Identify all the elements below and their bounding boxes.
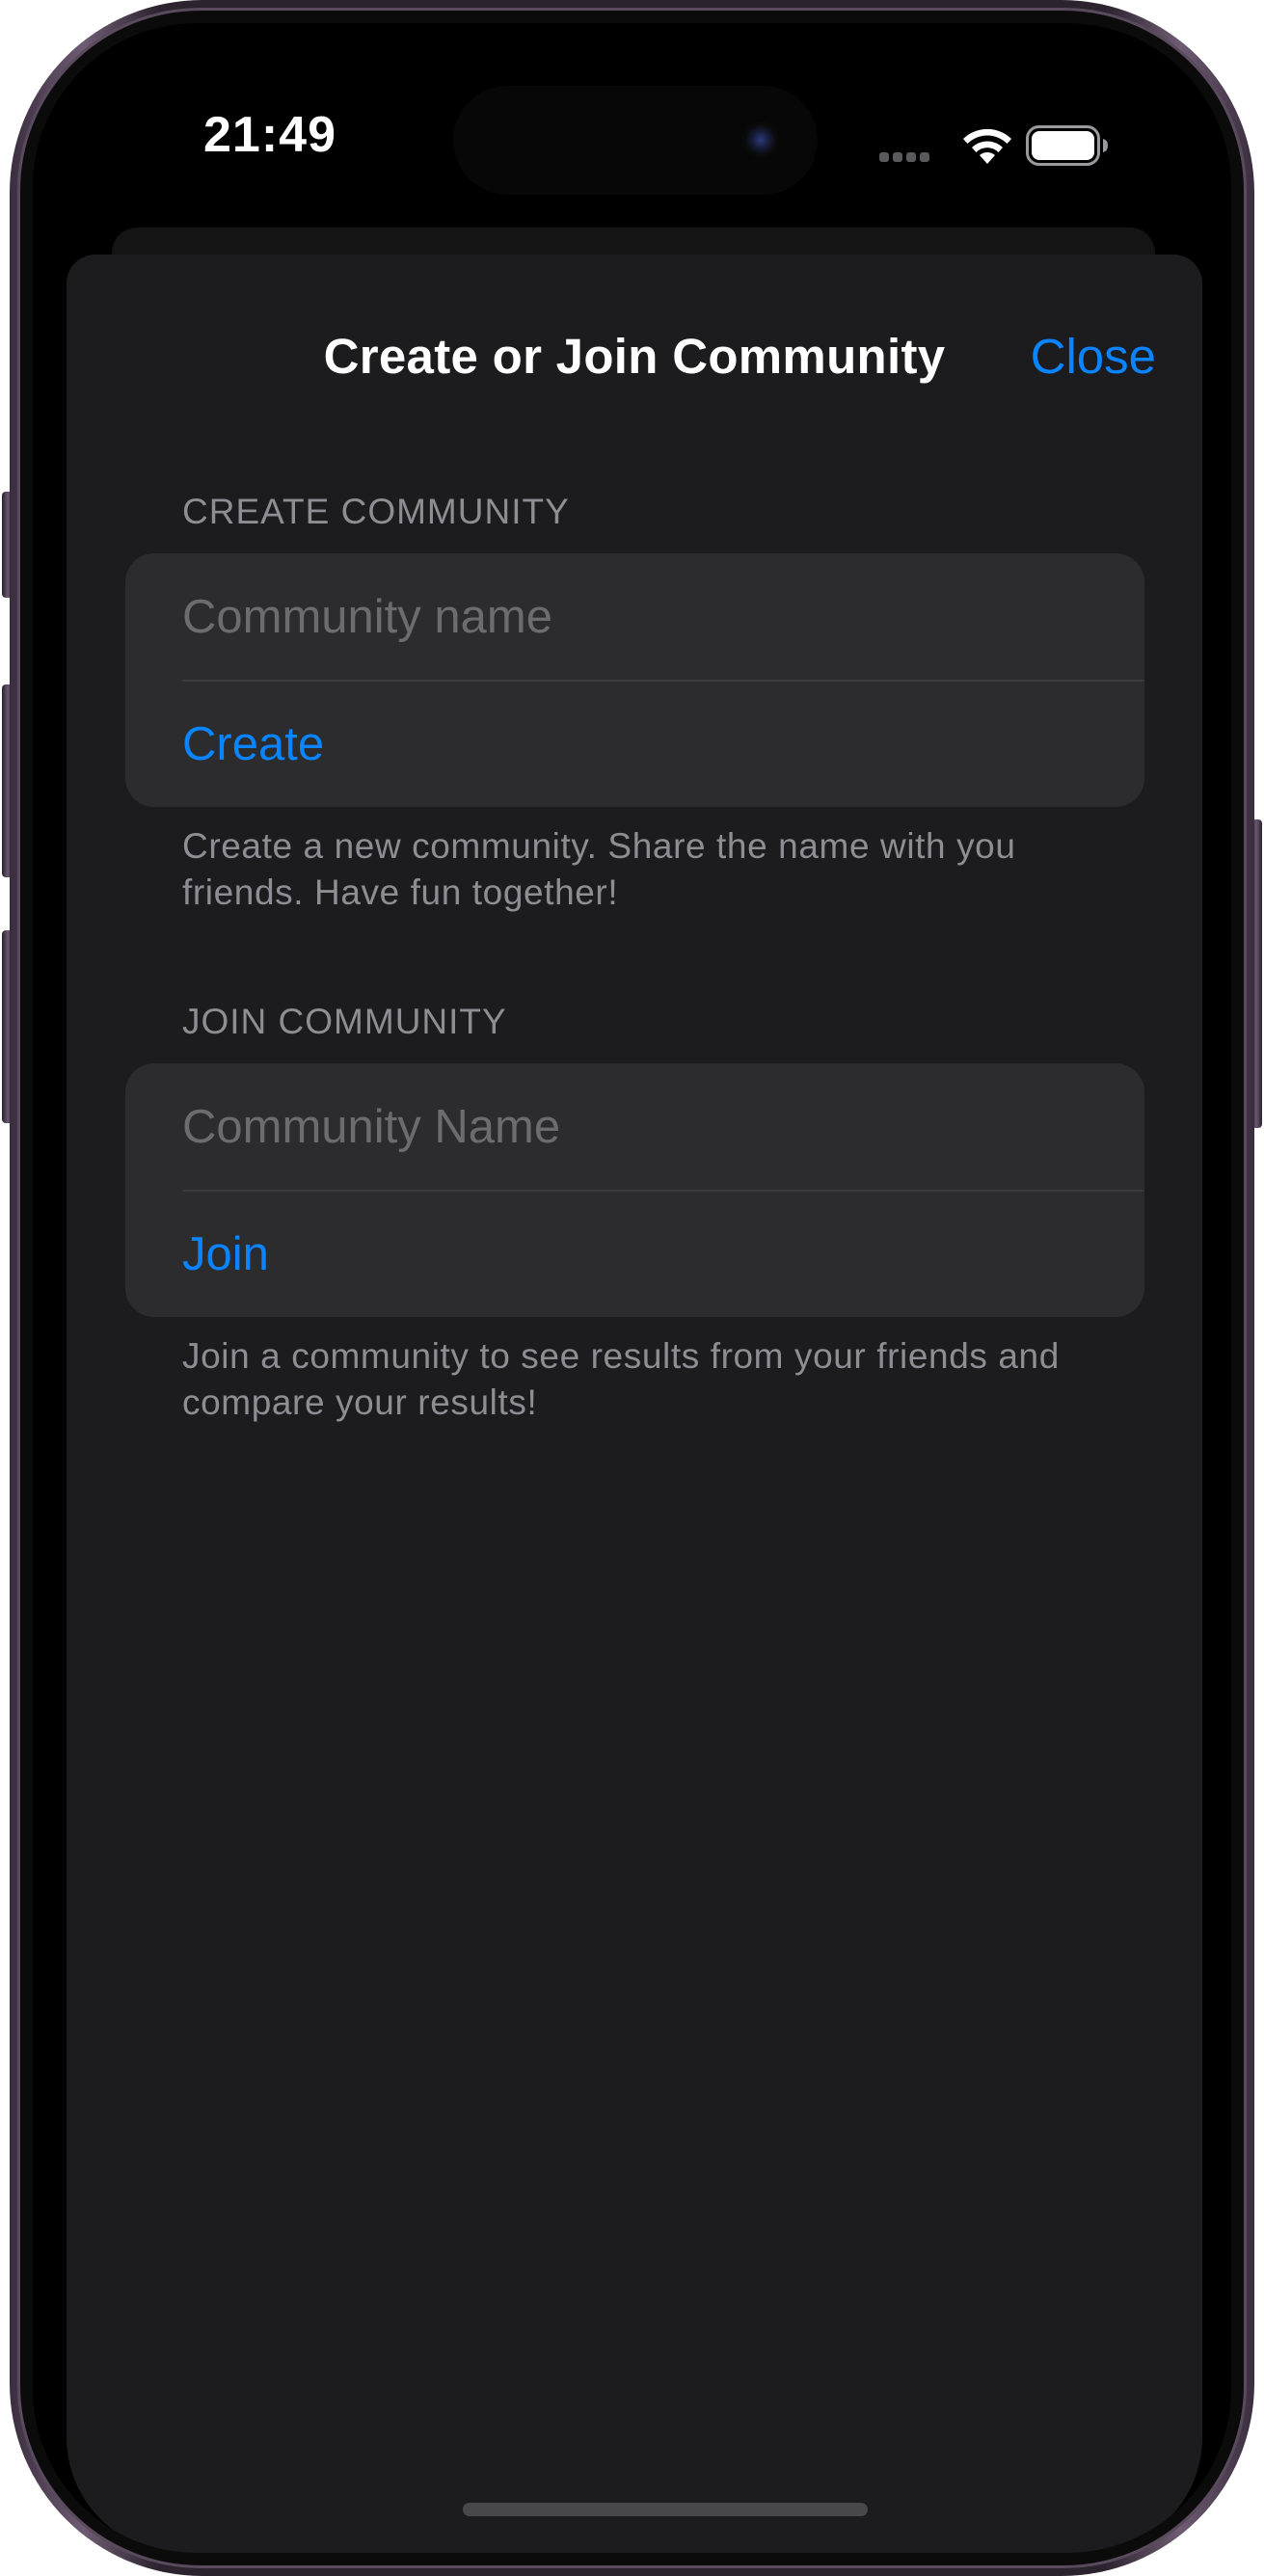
camera-icon — [742, 121, 779, 158]
create-section-header: CREATE COMMUNITY — [182, 492, 570, 531]
dynamic-island — [453, 86, 818, 195]
wifi-icon — [963, 128, 1011, 164]
home-indicator[interactable] — [463, 2503, 868, 2516]
join-button[interactable]: Join — [182, 1192, 269, 1317]
join-community-group: Join — [125, 1063, 1144, 1317]
divider — [182, 680, 1144, 682]
create-section-footer: Create a new community. Share the name w… — [182, 826, 1016, 912]
screen: 21:49 Create or Join Community Close CRE… — [33, 23, 1231, 2553]
battery-icon — [1026, 125, 1108, 166]
join-section-footer: Join a community to see results from you… — [182, 1336, 1060, 1422]
cellular-signal-icon — [879, 148, 937, 162]
status-time: 21:49 — [203, 107, 336, 163]
close-button[interactable]: Close — [1031, 328, 1156, 385]
divider — [182, 1190, 1144, 1192]
iphone-device: 21:49 Create or Join Community Close CRE… — [0, 0, 1264, 2576]
join-community-name-input[interactable] — [182, 1063, 1144, 1190]
join-section-header: JOIN COMMUNITY — [182, 1002, 507, 1041]
community-sheet: Create or Join Community Close CREATE CO… — [67, 255, 1202, 2553]
create-community-group: Create — [125, 553, 1144, 807]
create-community-name-input[interactable] — [182, 553, 1144, 680]
create-button[interactable]: Create — [182, 682, 324, 807]
